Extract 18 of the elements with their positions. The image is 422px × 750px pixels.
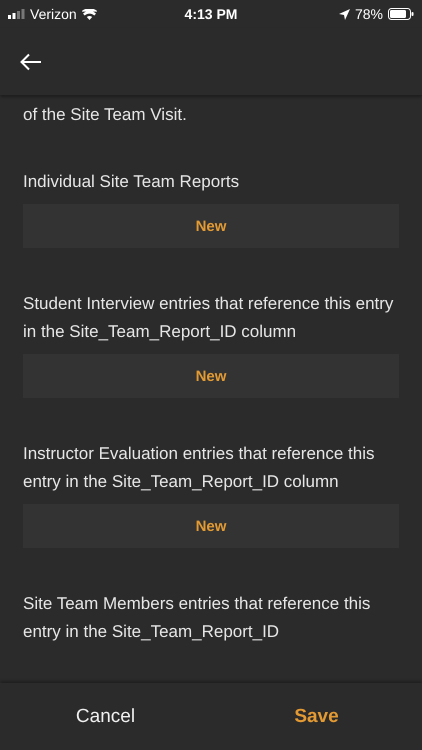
back-arrow-icon xyxy=(20,52,42,70)
intro-text: of the Site Team Visit. xyxy=(23,104,188,126)
location-arrow-icon xyxy=(338,8,350,20)
signal-icon xyxy=(8,9,25,19)
battery-percent: 78% xyxy=(354,6,384,22)
battery-icon xyxy=(388,8,414,20)
section-label: Student Interview entries that reference this entry in the Site_Team_Report_ID column xyxy=(23,293,394,343)
wifi-icon xyxy=(82,8,97,20)
section-label: Individual Site Team Reports xyxy=(23,171,240,193)
carrier-name: Verizon xyxy=(30,6,77,22)
section-label: Instructor Evaluation entries that reference this entry in the Site_Team_Report_ID column xyxy=(23,443,376,493)
section-label: Site Team Members entries that reference this entry in the Site_Team_Report_ID xyxy=(23,593,372,643)
new-button[interactable]: New xyxy=(23,354,399,398)
status-time: 4:13 PM xyxy=(184,6,238,22)
new-button[interactable]: New xyxy=(23,504,399,548)
new-button[interactable]: New xyxy=(23,204,399,248)
cancel-button[interactable]: Cancel xyxy=(0,704,211,728)
save-button[interactable]: Save xyxy=(211,704,422,728)
